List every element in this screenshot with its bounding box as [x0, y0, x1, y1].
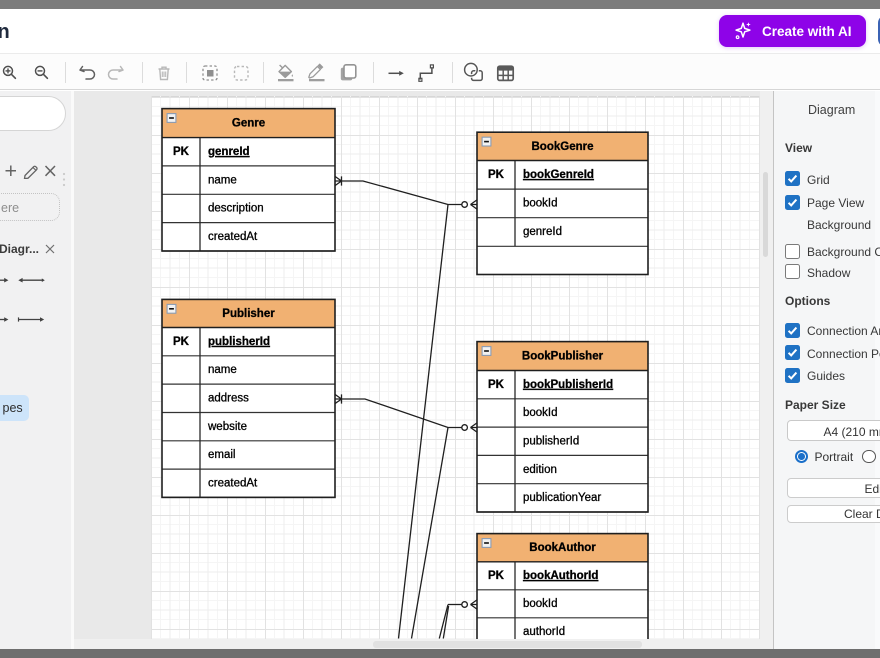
svg-text:bookAuthorId: bookAuthorId: [523, 570, 598, 582]
svg-text:email: email: [208, 449, 235, 461]
svg-text:BookPublisher: BookPublisher: [522, 350, 604, 362]
svg-text:bookId: bookId: [523, 407, 558, 419]
svg-text:publisherId: publisherId: [523, 435, 579, 447]
svg-text:PK: PK: [173, 336, 190, 348]
svg-text:PK: PK: [488, 570, 505, 582]
svg-text:website: website: [207, 421, 247, 433]
svg-text:publisherId: publisherId: [208, 336, 270, 348]
svg-text:createdAt: createdAt: [208, 231, 258, 243]
svg-text:Genre: Genre: [232, 118, 265, 130]
svg-text:BookAuthor: BookAuthor: [529, 542, 596, 554]
svg-text:name: name: [208, 364, 237, 376]
svg-text:edition: edition: [523, 464, 557, 476]
svg-text:bookId: bookId: [523, 598, 558, 610]
svg-text:BookGenre: BookGenre: [532, 141, 594, 153]
svg-text:createdAt: createdAt: [208, 478, 258, 490]
svg-text:bookPublisherId: bookPublisherId: [523, 379, 613, 391]
svg-text:PK: PK: [488, 169, 505, 181]
svg-text:authorId: authorId: [523, 626, 565, 638]
svg-text:genreId: genreId: [208, 146, 250, 158]
svg-text:Publisher: Publisher: [222, 308, 275, 320]
svg-text:publicationYear: publicationYear: [523, 492, 601, 504]
svg-text:description: description: [208, 203, 264, 215]
svg-text:PK: PK: [173, 146, 190, 158]
svg-text:address: address: [208, 393, 249, 405]
svg-text:bookGenreId: bookGenreId: [523, 169, 594, 181]
svg-text:name: name: [208, 174, 237, 186]
svg-text:genreId: genreId: [523, 226, 562, 238]
svg-text:bookId: bookId: [523, 198, 558, 210]
svg-text:PK: PK: [488, 379, 505, 391]
